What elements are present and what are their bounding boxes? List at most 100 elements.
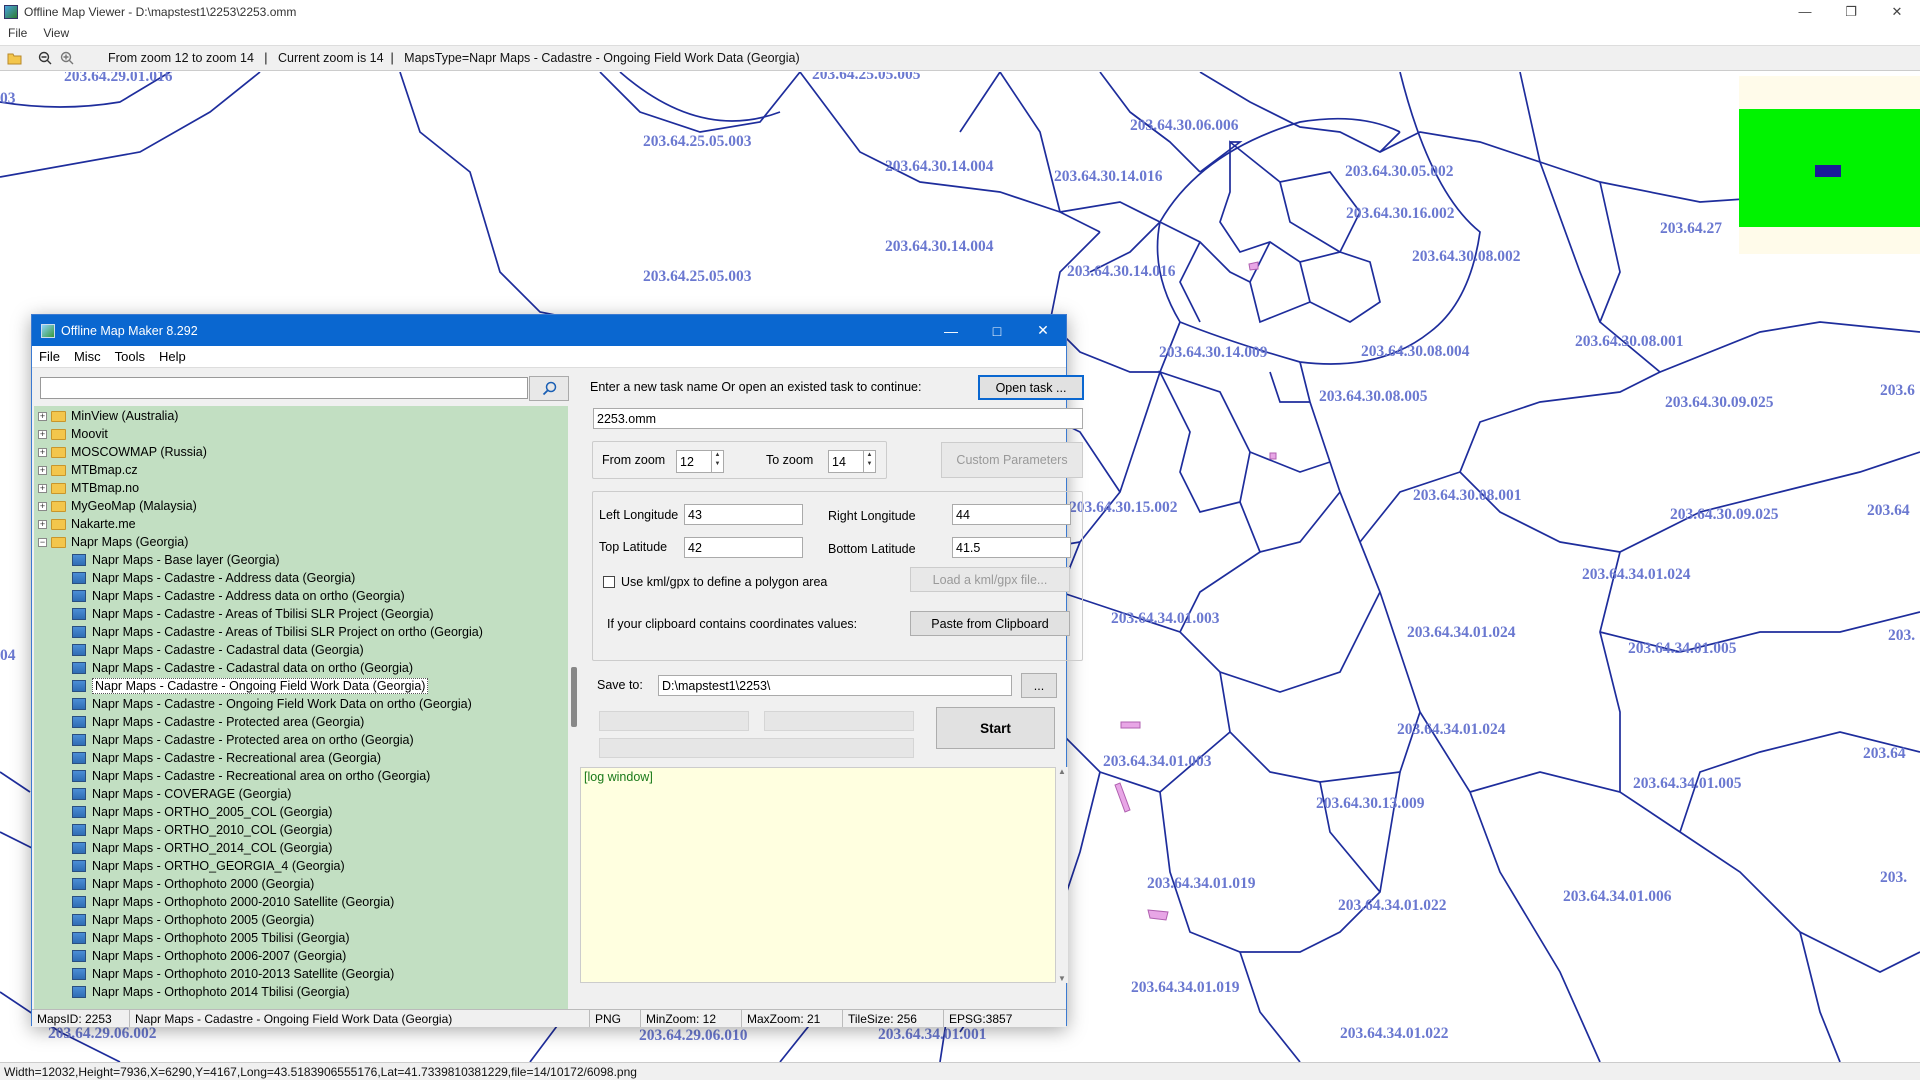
menu-help[interactable]: Help: [152, 349, 193, 364]
tree-map-item[interactable]: Napr Maps - Orthophoto 2000 (Georgia): [72, 875, 314, 893]
tree-map-item[interactable]: Napr Maps - Orthophoto 2010-2013 Satelli…: [72, 965, 394, 983]
load-kml-button[interactable]: Load a kml/gpx file...: [910, 567, 1070, 592]
tree-item-label: MinView (Australia): [71, 409, 179, 423]
to-zoom-label: To zoom: [766, 453, 814, 467]
expand-icon[interactable]: +: [38, 411, 47, 421]
restore-icon[interactable]: ❐: [1828, 0, 1874, 23]
expand-icon[interactable]: +: [38, 465, 47, 475]
tree-map-item[interactable]: Napr Maps - Orthophoto 2000-2010 Satelli…: [72, 893, 394, 911]
tree-map-item[interactable]: Napr Maps - Cadastre - Protected area on…: [72, 731, 414, 749]
tree-map-item[interactable]: Napr Maps - Cadastre - Ongoing Field Wor…: [72, 677, 429, 695]
tree-map-item[interactable]: Napr Maps - Cadastre - Areas of Tbilisi …: [72, 623, 483, 641]
tree-item-label: Napr Maps - Cadastre - Recreational area…: [92, 751, 382, 765]
tree-map-item[interactable]: Napr Maps - Cadastre - Recreational area…: [72, 767, 430, 785]
map-layer-icon: [72, 860, 86, 872]
tree-map-item[interactable]: Napr Maps - Cadastre - Protected area (G…: [72, 713, 364, 731]
map-layer-icon: [72, 626, 86, 638]
tree-folder[interactable]: + MyGeoMap (Malaysia): [38, 497, 197, 515]
tree-map-item[interactable]: Napr Maps - Cadastre - Ongoing Field Wor…: [72, 695, 472, 713]
offline-map-maker-dialog: Offline Map Maker 8.292 — □ ✕ File Misc …: [31, 314, 1084, 1027]
tree-folder[interactable]: − Napr Maps (Georgia): [38, 533, 188, 551]
search-button[interactable]: [529, 376, 569, 401]
tree-folder[interactable]: + MTBmap.cz: [38, 461, 138, 479]
tree-map-item[interactable]: Napr Maps - Cadastre - Areas of Tbilisi …: [72, 605, 434, 623]
menu-file[interactable]: File: [32, 349, 67, 364]
progress-bar-1: [599, 711, 749, 731]
minimap[interactable]: [1739, 76, 1920, 254]
tree-map-item[interactable]: Napr Maps - ORTHO_2010_COL (Georgia): [72, 821, 332, 839]
from-zoom-label: From zoom: [602, 453, 666, 467]
open-task-button[interactable]: Open task ...: [978, 375, 1084, 400]
tree-map-item[interactable]: Napr Maps - Cadastre - Cadastral data (G…: [72, 641, 364, 659]
search-input[interactable]: [40, 377, 528, 399]
start-button[interactable]: Start: [936, 707, 1055, 749]
parcel-label: 203.64.30.05.002: [1345, 163, 1454, 180]
tree-map-item[interactable]: Napr Maps - Orthophoto 2005 Tbilisi (Geo…: [72, 929, 350, 947]
tree-item-label: Napr Maps - ORTHO_2005_COL (Georgia): [92, 805, 333, 819]
left-longitude-field[interactable]: 43: [684, 504, 803, 525]
right-longitude-field[interactable]: 44: [952, 504, 1071, 525]
tree-map-item[interactable]: Napr Maps - COVERAGE (Georgia): [72, 785, 291, 803]
scroll-up-icon[interactable]: ▲: [1058, 767, 1066, 776]
tree-map-item[interactable]: Napr Maps - Cadastre - Cadastral data on…: [72, 659, 413, 677]
tree-folder[interactable]: + MTBmap.no: [38, 479, 139, 497]
expand-icon[interactable]: +: [38, 429, 47, 439]
tree-map-item[interactable]: Napr Maps - Orthophoto 2006-2007 (Georgi…: [72, 947, 346, 965]
tree-item-label: Napr Maps - Orthophoto 2006-2007 (Georgi…: [92, 949, 347, 963]
tree-folder[interactable]: + MOSCOWMAP (Russia): [38, 443, 207, 461]
from-zoom-stepper[interactable]: ▲ ▼: [711, 451, 723, 472]
task-name-field[interactable]: 2253.omm: [593, 408, 1083, 429]
folder-icon: [51, 428, 66, 440]
save-to-field[interactable]: D:\mapstest1\2253\: [658, 675, 1012, 696]
menu-file[interactable]: File: [0, 26, 35, 40]
menu-tools[interactable]: Tools: [108, 349, 152, 364]
close-icon[interactable]: ✕: [1874, 0, 1920, 23]
minimize-icon[interactable]: —: [928, 315, 974, 346]
folder-open-icon[interactable]: [4, 48, 26, 68]
tree-map-item[interactable]: Napr Maps - ORTHO_GEORGIA_4 (Georgia): [72, 857, 345, 875]
to-zoom-stepper[interactable]: ▲ ▼: [863, 451, 875, 472]
paste-clipboard-button[interactable]: Paste from Clipboard: [910, 611, 1070, 636]
minimap-viewport[interactable]: [1815, 165, 1841, 177]
scrollbar-thumb[interactable]: [571, 667, 577, 727]
zoom-out-icon[interactable]: [34, 48, 56, 68]
tree-scrollbar[interactable]: [568, 406, 580, 1009]
tree-map-item[interactable]: Napr Maps - Cadastre - Address data (Geo…: [72, 569, 355, 587]
custom-parameters-button[interactable]: Custom Parameters: [941, 442, 1083, 478]
tree-folder[interactable]: + Nakarte.me: [38, 515, 136, 533]
minimize-icon[interactable]: —: [1782, 0, 1828, 23]
expand-icon[interactable]: +: [38, 483, 47, 493]
expand-icon[interactable]: +: [38, 447, 47, 457]
tree-map-item[interactable]: Napr Maps - Base layer (Georgia): [72, 551, 280, 569]
expand-icon[interactable]: +: [38, 519, 47, 529]
tree-folder[interactable]: + Moovit: [38, 425, 108, 443]
menu-view[interactable]: View: [35, 26, 77, 40]
maximize-icon[interactable]: □: [974, 315, 1020, 346]
from-zoom-spinner[interactable]: 12 ▲ ▼: [676, 450, 724, 473]
parcel-label: 203.64.29.06.002: [48, 1025, 157, 1042]
tree-map-item[interactable]: Napr Maps - Orthophoto 2005 (Georgia): [72, 911, 314, 929]
close-icon[interactable]: ✕: [1020, 315, 1066, 346]
map-source-tree[interactable]: + MinView (Australia) + Moovit + MOSCOWMAP (R…: [34, 406, 568, 1009]
log-window[interactable]: [log window]: [580, 767, 1056, 983]
tree-map-item[interactable]: Napr Maps - ORTHO_2014_COL (Georgia): [72, 839, 332, 857]
bottom-latitude-field[interactable]: 41.5: [952, 537, 1071, 558]
to-zoom-spinner[interactable]: 14 ▲ ▼: [828, 450, 876, 473]
browse-button[interactable]: ...: [1021, 673, 1057, 698]
menu-misc[interactable]: Misc: [67, 349, 108, 364]
log-scrollbar[interactable]: ▲ ▼: [1056, 767, 1068, 983]
tree-map-item[interactable]: Napr Maps - Cadastre - Recreational area…: [72, 749, 381, 767]
kml-checkbox[interactable]: [603, 576, 615, 588]
parcel-label: 203.64.34.01.022: [1340, 1025, 1449, 1042]
top-latitude-field[interactable]: 42: [684, 537, 803, 558]
collapse-icon[interactable]: −: [38, 537, 47, 547]
scroll-down-icon[interactable]: ▼: [1058, 974, 1066, 983]
tree-folder[interactable]: + MinView (Australia): [38, 407, 178, 425]
tree-map-item[interactable]: Napr Maps - ORTHO_2005_COL (Georgia): [72, 803, 332, 821]
tree-map-item[interactable]: Napr Maps - Orthophoto 2014 Tbilisi (Geo…: [72, 983, 350, 1001]
parcel-label: 203.64.30.13.009: [1316, 795, 1425, 812]
tree-item-label: Napr Maps - Cadastre - Address data on o…: [92, 589, 405, 603]
zoom-in-icon[interactable]: [56, 48, 78, 68]
expand-icon[interactable]: +: [38, 501, 47, 511]
tree-map-item[interactable]: Napr Maps - Cadastre - Address data on o…: [72, 587, 405, 605]
